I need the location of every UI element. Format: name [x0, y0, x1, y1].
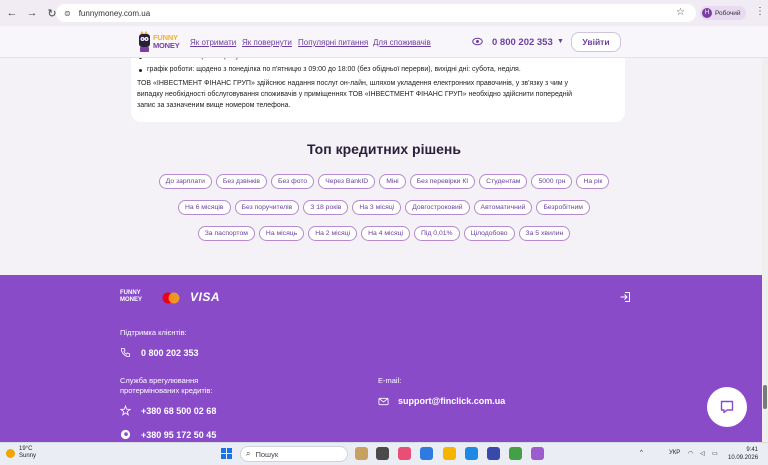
chip-long-term[interactable]: Довгостроковий [405, 200, 470, 215]
mail-icon [378, 397, 389, 406]
windows-start-icon[interactable] [221, 448, 232, 459]
chip-24-7[interactable]: Цілодобово [463, 226, 515, 241]
chip-5000[interactable]: 5000 грн [531, 174, 573, 189]
chip-low-rate[interactable]: Під 0,01% [414, 226, 460, 241]
sun-icon [6, 448, 15, 458]
forward-icon[interactable]: → [24, 5, 40, 21]
support-label: Підтримка клієнтів: [120, 328, 187, 337]
chips-row-3: За паспортом На місяць На 2 місяці На 4 … [0, 226, 768, 241]
file-explorer-icon[interactable] [443, 447, 456, 460]
chip-no-calls[interactable]: Без дзвінків [215, 174, 268, 189]
bullet [139, 69, 142, 72]
weather-temp: 19°C [19, 446, 33, 452]
overdue-phone-2[interactable]: +380 95 172 50 45 [141, 430, 216, 440]
volume-icon[interactable]: ◁ [700, 450, 705, 457]
chrome-icon[interactable] [531, 447, 544, 460]
chip-2-months[interactable]: На 2 місяці [308, 226, 358, 241]
login-arrow-icon[interactable] [619, 291, 631, 303]
chat-icon [720, 400, 734, 414]
clock[interactable]: 9:41 10.09.2026 [728, 446, 758, 462]
chip-mini[interactable]: Міні [379, 174, 406, 189]
chip-automatic[interactable]: Автоматичний [473, 200, 533, 215]
chip-passport[interactable]: За паспортом [197, 226, 255, 241]
nav-faq[interactable]: Популярні питання [298, 38, 368, 47]
nav-how-to-get[interactable]: Як отримати [190, 38, 236, 47]
language-indicator[interactable]: УКР [669, 450, 680, 456]
chip-5-minutes[interactable]: За 5 хвилин [518, 226, 571, 241]
search-icon: ⌕ [246, 449, 251, 458]
site-logo[interactable]: FUNNY MONEY [137, 31, 181, 53]
site-header: FUNNY MONEY Як отримати Як повернути Поп… [0, 26, 768, 58]
browser-menu-icon[interactable]: ⋮ [755, 6, 765, 17]
kyivstar-icon [120, 405, 131, 416]
site-footer: FUNNY MONEY VISA Підтримка клієнтів: 0 8… [0, 275, 768, 442]
info-line-schedule: графік роботи: щодено з понеділка по п'я… [147, 66, 521, 73]
email-label: E-mail: [378, 376, 402, 385]
overdue-label-2: протермінованих кредитів: [120, 386, 213, 395]
mascot-icon [139, 31, 150, 52]
chip-unemployed[interactable]: Безробітним [536, 200, 590, 215]
chip-3-months[interactable]: На 3 місяці [352, 200, 402, 215]
nav-how-to-return[interactable]: Як повернути [242, 38, 292, 47]
support-email[interactable]: support@finclick.com.ua [398, 396, 505, 406]
chip-until-salary[interactable]: До зарплати [158, 174, 212, 189]
chip-students[interactable]: Студентам [479, 174, 528, 189]
weather-widget[interactable]: 19°C Sunny [6, 446, 36, 460]
header-phone[interactable]: 0 800 202 353 [492, 37, 553, 48]
battery-icon[interactable]: ▭ [712, 450, 718, 457]
chevron-down-icon[interactable]: ▼ [557, 38, 564, 45]
chips-row-2: На 6 місяців Без поручителів З 18 років … [0, 200, 768, 215]
app-icon[interactable] [509, 447, 522, 460]
consumer-info-card: контактний номер телефону: 0 800 202 353… [131, 50, 625, 122]
info-line-text-2: випадку необхідності обслуговування спож… [137, 91, 573, 98]
profile-avatar: Н [702, 8, 712, 18]
profile-button[interactable]: Н Робочий [700, 6, 746, 20]
phone-icon [120, 347, 131, 358]
chips-row-1: До зарплати Без дзвінків Без фото Через … [0, 174, 768, 189]
chip-one-year[interactable]: На рік [576, 174, 610, 189]
search-placeholder: Пошук [255, 449, 279, 459]
info-line-text-1: ТОВ «ІНВЕСТМЕНТ ФІНАНС ГРУП» здійснює на… [137, 80, 569, 87]
chip-from-18[interactable]: З 18 років [303, 200, 349, 215]
visa-logo: VISA [190, 290, 221, 304]
site-info-icon[interactable]: ⊜ [64, 9, 71, 18]
weather-condition: Sunny [19, 453, 37, 459]
chip-one-month[interactable]: На місяць [258, 226, 305, 241]
accessibility-eye-icon[interactable] [472, 36, 483, 47]
footer-logo[interactable]: FUNNY MONEY [120, 290, 142, 303]
overdue-phone-1[interactable]: +380 68 500 02 68 [141, 406, 216, 416]
profile-label: Робочий [715, 9, 741, 17]
chip-6-months[interactable]: На 6 місяців [178, 200, 231, 215]
chat-button[interactable] [707, 387, 747, 427]
bookmark-star-icon[interactable]: ☆ [676, 7, 685, 18]
wifi-icon[interactable]: ◠ [688, 450, 693, 457]
task-view-icon[interactable] [376, 447, 389, 460]
support-phone[interactable]: 0 800 202 353 [141, 348, 199, 358]
widgets-app-icon[interactable] [355, 447, 368, 460]
login-button[interactable]: Увійти [571, 32, 621, 52]
info-line-text-3: запис за зазначеним вище номером телефон… [137, 102, 291, 109]
nav-for-consumers[interactable]: Для споживачів [373, 38, 431, 47]
chip-4-months[interactable]: На 4 місяці [361, 226, 411, 241]
vodafone-icon [120, 429, 131, 440]
taskbar-search[interactable]: ⌕ Пошук [240, 446, 348, 462]
chip-bankid[interactable]: Через BankID [318, 174, 376, 189]
mastercard-icon [162, 292, 180, 304]
copilot-icon[interactable] [398, 447, 411, 460]
url-text: funnymoney.com.ua [78, 8, 151, 18]
back-icon[interactable]: ← [4, 5, 20, 21]
tray-chevron-icon[interactable]: ^ [640, 450, 643, 456]
chip-no-guarantors[interactable]: Без поручителів [234, 200, 300, 215]
logo-wordmark: FUNNY MONEY [153, 33, 180, 50]
windows-taskbar: 19°C Sunny ⌕ Пошук ^ УКР ◠ ◁ ▭ 9:41 10.0… [0, 442, 768, 465]
page-scrollbar-thumb[interactable] [763, 385, 767, 409]
mail-app-icon[interactable] [487, 447, 500, 460]
address-bar[interactable]: ⊜ funnymoney.com.ua [56, 4, 696, 22]
edge-icon[interactable] [420, 447, 433, 460]
store-icon[interactable] [465, 447, 478, 460]
credit-solutions-title: Топ кредитних рішень [307, 141, 461, 157]
chip-no-credit-check[interactable]: Без перевірки КІ [409, 174, 476, 189]
chip-no-photo[interactable]: Без фото [271, 174, 315, 189]
